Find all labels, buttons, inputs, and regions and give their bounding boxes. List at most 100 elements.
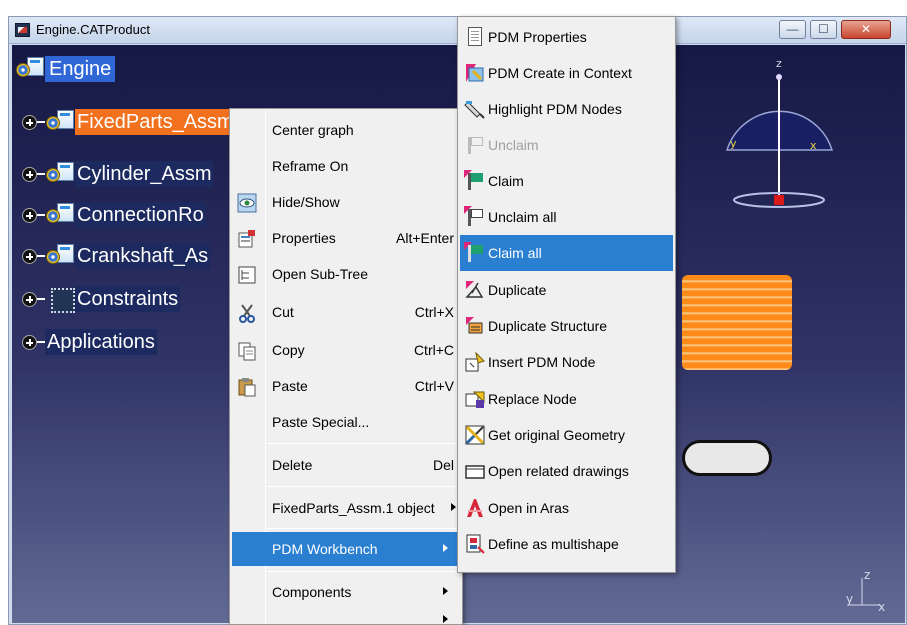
submenu-item-duplicate-structure[interactable]: Duplicate Structure <box>460 308 673 344</box>
tree-root-node[interactable]: Engine <box>15 55 116 83</box>
submenu-item-claim-all[interactable]: Claim all <box>460 235 673 271</box>
hide-show-icon <box>237 193 257 213</box>
expand-plus-icon[interactable] <box>22 114 37 130</box>
menu-item-reframe-on[interactable]: Reframe On <box>232 149 460 183</box>
svg-text:y: y <box>846 592 853 606</box>
submenu-item-insert-pdm-node[interactable]: Insert PDM Node <box>460 344 673 380</box>
menu-item-paste-special[interactable]: Paste Special... <box>232 405 460 439</box>
menu-item-components[interactable]: Components <box>232 575 460 609</box>
menu-item-paste[interactable]: Paste Ctrl+V <box>232 369 460 403</box>
menu-item-pdm-workbench[interactable]: PDM Workbench <box>232 532 460 566</box>
pdm-properties-icon <box>464 26 486 48</box>
cylinder-fins <box>682 275 792 370</box>
expand-plus-icon[interactable] <box>22 166 37 182</box>
constraints-icon <box>45 285 75 313</box>
menu-separator <box>266 486 458 487</box>
menu-separator <box>266 571 458 572</box>
aras-icon <box>464 497 486 519</box>
menu-separator <box>266 443 458 444</box>
expand-plus-icon[interactable] <box>22 207 37 223</box>
insert-node-icon <box>464 351 486 373</box>
minimize-button[interactable]: — <box>779 20 806 39</box>
catia-app-icon <box>15 23 30 37</box>
submenu-arrow-icon <box>443 587 448 595</box>
assembly-icon <box>45 160 75 188</box>
menu-item-cut[interactable]: Cut Ctrl+X <box>232 295 460 329</box>
menu-separator <box>266 528 458 529</box>
scissors-icon <box>237 303 257 323</box>
tree-item-connectionrod[interactable]: ConnectionRo <box>22 201 206 229</box>
tree-item-crankshaft[interactable]: Crankshaft_As <box>22 242 211 270</box>
unclaim-all-flag-icon <box>464 206 486 228</box>
paste-icon <box>237 377 257 397</box>
svg-text:z: z <box>864 568 870 582</box>
crankshaft-part <box>682 440 772 476</box>
menu-item-center-graph[interactable]: Center graph <box>232 113 460 147</box>
submenu-arrow-icon <box>443 615 448 623</box>
claim-all-flag-icon <box>464 242 486 264</box>
expand-plus-icon[interactable] <box>22 334 37 350</box>
compass-y-label: y <box>730 137 737 150</box>
submenu-item-highlight-pdm-nodes[interactable]: Highlight PDM Nodes <box>460 91 673 127</box>
duplicate-structure-icon <box>464 315 486 337</box>
submenu-item-pdm-properties[interactable]: PDM Properties <box>460 19 673 55</box>
submenu-item-open-related-drawings[interactable]: Open related drawings <box>460 453 673 489</box>
unclaim-flag-icon <box>464 134 486 156</box>
submenu-item-replace-node[interactable]: Replace Node <box>460 381 673 417</box>
maximize-button[interactable]: ☐ <box>810 20 837 39</box>
submenu-item-get-original-geometry[interactable]: Get original Geometry <box>460 417 673 453</box>
assembly-icon <box>45 242 75 270</box>
submenu-item-unclaim[interactable]: Unclaim <box>460 127 673 163</box>
copy-icon <box>237 341 257 361</box>
multishape-icon <box>464 533 486 555</box>
compass-z-label: z <box>776 57 782 70</box>
svg-text:x: x <box>878 600 885 613</box>
submenu-item-claim[interactable]: Claim <box>460 163 673 199</box>
submenu-item-pdm-create-in-context[interactable]: PDM Create in Context <box>460 55 673 91</box>
menu-item-hide-show[interactable]: Hide/Show <box>232 185 460 219</box>
submenu-arrow-icon <box>451 503 456 511</box>
tree-item-constraints[interactable]: Constraints <box>22 285 181 313</box>
assembly-icon <box>45 201 75 229</box>
highlight-icon <box>464 98 486 120</box>
menu-item-cutoff[interactable] <box>232 611 460 625</box>
duplicate-icon <box>464 279 486 301</box>
tree-item-cylinder[interactable]: Cylinder_Assm <box>22 160 214 188</box>
tree-item-label[interactable]: Crankshaft_As <box>75 243 211 269</box>
menu-item-object-submenu[interactable]: FixedParts_Assm.1 object <box>232 491 460 525</box>
submenu-item-open-in-aras[interactable]: Open in Aras <box>460 490 673 526</box>
submenu-item-unclaim-all[interactable]: Unclaim all <box>460 199 673 235</box>
claim-flag-icon <box>464 170 486 192</box>
create-in-context-icon <box>464 62 486 84</box>
assembly-icon <box>45 108 75 136</box>
tree-root-label[interactable]: Engine <box>45 56 116 82</box>
submenu-item-duplicate[interactable]: Duplicate <box>460 272 673 308</box>
menu-item-properties[interactable]: Properties Alt+Enter <box>232 221 460 255</box>
engine-model[interactable] <box>672 255 797 555</box>
context-menu: Center graph Reframe On Hide/Show Proper… <box>229 108 463 625</box>
expand-plus-icon[interactable] <box>22 291 37 307</box>
submenu-item-define-as-multishape[interactable]: Define as multishape <box>460 526 673 562</box>
original-geometry-icon <box>464 424 486 446</box>
tree-item-label[interactable]: ConnectionRo <box>75 202 206 228</box>
compass-x-label: x <box>810 139 817 152</box>
compass-icon[interactable]: z y x <box>712 55 842 215</box>
close-button[interactable]: ✕ <box>841 20 891 39</box>
expand-plus-icon[interactable] <box>22 248 37 264</box>
window-title: Engine.CATProduct <box>36 22 150 37</box>
tree-item-label[interactable]: Cylinder_Assm <box>75 161 214 187</box>
subtree-icon <box>237 265 257 285</box>
submenu-arrow-icon <box>443 544 448 552</box>
menu-item-copy[interactable]: Copy Ctrl+C <box>232 333 460 367</box>
tree-item-applications[interactable]: Applications <box>22 328 157 356</box>
tree-item-label[interactable]: Constraints <box>75 286 181 312</box>
product-icon <box>15 55 45 83</box>
axis-triad-icon: z y x <box>846 568 885 613</box>
properties-icon <box>237 229 257 249</box>
tree-item-label[interactable]: Applications <box>45 329 157 355</box>
menu-item-delete[interactable]: Delete Del <box>232 448 460 482</box>
pdm-workbench-submenu: PDM Properties PDM Create in Context Hig… <box>457 16 676 573</box>
menu-item-open-sub-tree[interactable]: Open Sub-Tree <box>232 257 460 291</box>
replace-node-icon <box>464 388 486 410</box>
drawing-icon <box>464 460 486 482</box>
